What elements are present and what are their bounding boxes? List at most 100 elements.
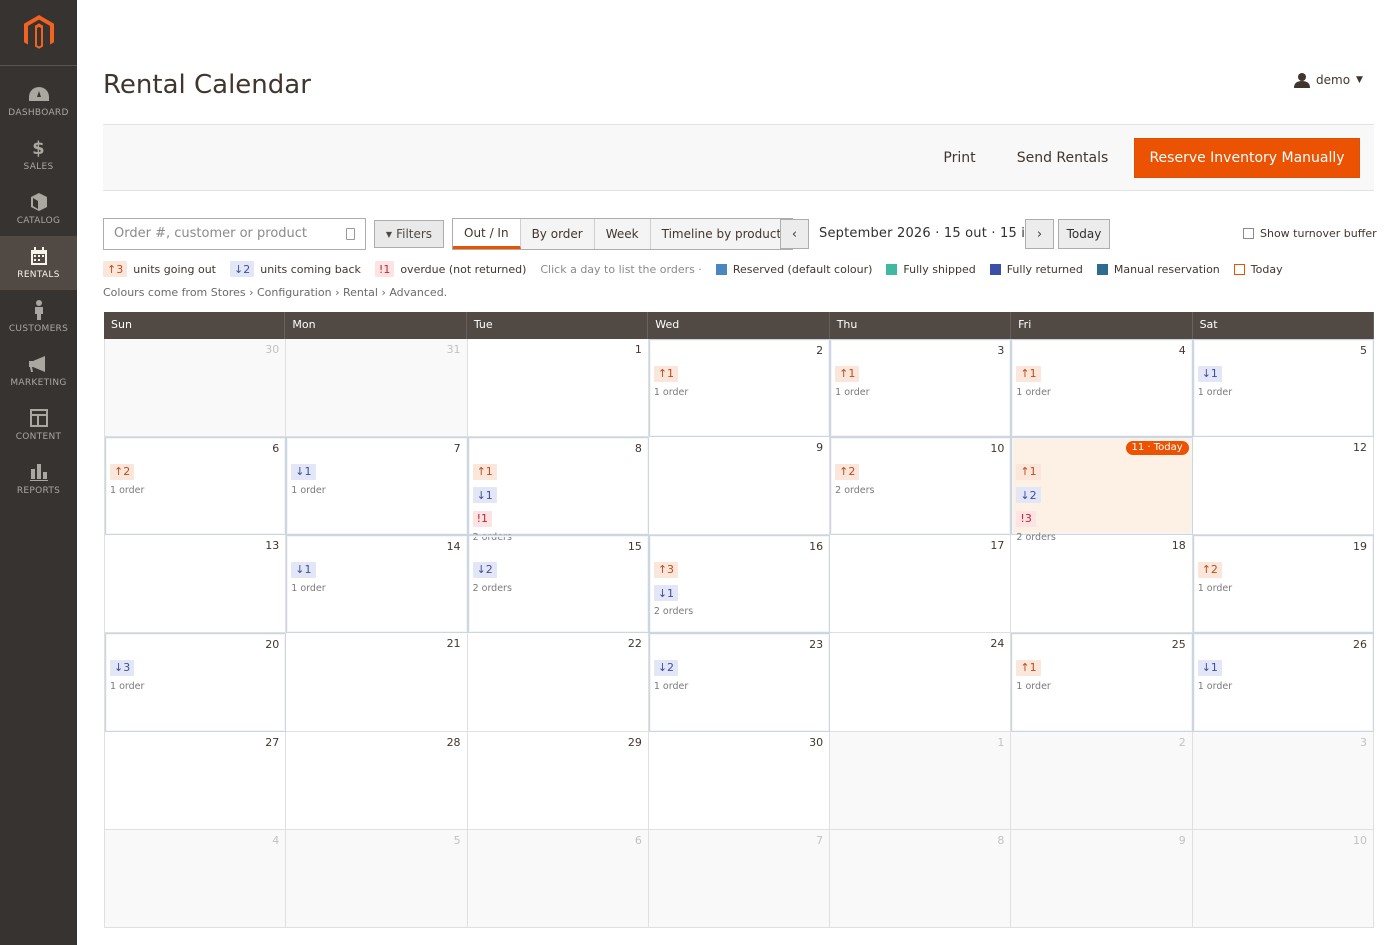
order-count: 1 order — [1197, 582, 1233, 594]
units-over-chip: !3 — [1016, 510, 1036, 527]
calendar-day[interactable]: 17 — [830, 535, 1012, 634]
calendar-day[interactable]: 8 ↑1 ↓1 !1 2 orders — [467, 437, 649, 543]
order-count: 1 order — [653, 680, 689, 692]
calendar-day[interactable]: 5 ↓1 1 order — [1192, 339, 1374, 438]
sidebar-item-catalog[interactable]: CATALOG — [0, 182, 77, 236]
sidebar-item-rentals[interactable]: RENTALS — [0, 236, 77, 290]
legend-in-chip: ↓2 — [230, 261, 255, 277]
sidebar-item-content[interactable]: CONTENT — [0, 398, 77, 452]
clear-icon[interactable] — [346, 228, 355, 240]
tab-out-in[interactable]: Out / In — [453, 219, 521, 249]
calendar-day[interactable]: 30 — [105, 339, 287, 438]
calendar-day[interactable]: 6 ↑2 1 order — [105, 437, 287, 536]
calendar-day[interactable]: 25 ↑1 1 order — [1011, 633, 1193, 732]
units-in-chip: ↓1 — [1197, 659, 1222, 676]
day-number: 26 — [1353, 638, 1367, 652]
turnover-toggle[interactable]: Show turnover buffer — [1243, 227, 1377, 240]
day-number: 4 — [1178, 344, 1186, 357]
sidebar-item-sales[interactable]: $ SALES — [0, 128, 77, 182]
calendar-day[interactable]: 9 — [1011, 829, 1193, 928]
day-number: 27 — [265, 735, 280, 749]
sidebar-item-label: MARKETING — [10, 378, 67, 388]
calendar-day[interactable]: 3 ↑1 1 order — [830, 339, 1012, 438]
calendar-day[interactable]: 26 ↓1 1 order — [1192, 633, 1374, 732]
calendar-day[interactable]: 8 — [830, 829, 1012, 928]
turnover-checkbox[interactable] — [1243, 228, 1254, 239]
calendar-day[interactable]: 10 — [1192, 829, 1374, 928]
units-out-chip: ↑2 — [1197, 561, 1222, 578]
filters-button[interactable]: ▼ Filters — [374, 220, 444, 248]
calendar-day[interactable]: 20 ↓3 1 order — [105, 633, 287, 732]
calendar-day[interactable]: 21 — [286, 633, 468, 732]
day-number: 7 — [453, 442, 461, 456]
sidebar-item-label: DASHBOARD — [8, 108, 69, 118]
today-button[interactable]: Today — [1058, 219, 1110, 249]
units-in-chip: ↓1 — [472, 487, 497, 504]
calendar-day[interactable]: 19 ↑2 1 order — [1192, 535, 1374, 634]
tab-timeline-by-product[interactable]: Timeline by product — [651, 219, 793, 249]
calendar-day[interactable]: 31 — [286, 339, 468, 438]
prev-month-button[interactable]: ‹ — [780, 219, 809, 249]
search-input[interactable]: Order #, customer or product — [103, 218, 366, 250]
calendar-day[interactable]: 7 ↓1 1 order — [286, 437, 468, 536]
sidebar-item-dashboard[interactable]: DASHBOARD — [0, 74, 77, 128]
calendar-day[interactable]: 22 — [467, 633, 649, 732]
sidebar-item-label: CATALOG — [16, 216, 61, 226]
chip-row: ↓1 — [291, 558, 325, 578]
units-out-chip: ↑1 — [653, 365, 679, 382]
weekday-header: Mon — [285, 312, 467, 339]
calendar-day[interactable]: 1 — [467, 339, 649, 438]
magento-logo[interactable] — [0, 0, 77, 66]
calendar-day[interactable]: 15 ↓2 2 orders — [467, 535, 649, 634]
calendar-day[interactable]: 11 · Today ↑1 ↓2 !3 2 orders — [1011, 437, 1193, 543]
calendar-day[interactable]: 1 — [830, 731, 1012, 830]
units-in-chip: ↓3 — [110, 659, 135, 676]
calendar-day[interactable]: 16 ↑3 ↓1 2 orders — [648, 535, 831, 634]
calendar-day[interactable]: 24 — [830, 633, 1012, 732]
day-number: 10 — [990, 442, 1005, 456]
calendar-day[interactable]: 7 — [648, 829, 831, 928]
send-rentals-button[interactable]: Send Rentals — [1009, 138, 1116, 178]
calendar-day[interactable]: 2 ↑1 1 order — [648, 339, 831, 438]
day-summary: ↑1 1 order — [1016, 362, 1051, 398]
calendar-day[interactable]: 5 — [286, 829, 468, 928]
day-number: 28 — [446, 735, 461, 749]
sidebar-item-reports[interactable]: REPORTS — [0, 452, 77, 506]
calendar-day[interactable]: 13 — [105, 535, 287, 634]
sidebar-item-marketing[interactable]: MARKETING — [0, 344, 77, 398]
next-month-button[interactable]: › — [1025, 219, 1054, 249]
tab-week[interactable]: Week — [595, 219, 651, 249]
legend-swatch — [886, 263, 898, 275]
sidebar-item-customers[interactable]: CUSTOMERS — [0, 290, 77, 344]
calendar-day[interactable]: 29 — [467, 731, 649, 830]
calendar-day[interactable]: 14 ↓1 1 order — [286, 535, 468, 634]
day-summary: ↑2 1 order — [110, 460, 144, 496]
order-count: 1 order — [653, 386, 689, 398]
calendar-day[interactable]: 10 ↑2 2 orders — [830, 437, 1012, 536]
chevron-down-icon: ▼ — [1356, 75, 1363, 85]
calendar-day[interactable]: 27 — [105, 731, 287, 830]
calendar-day[interactable]: 4 ↑1 1 order — [1011, 339, 1193, 438]
filters-label: Filters — [396, 227, 433, 241]
legend-color-label: Today — [1250, 262, 1283, 276]
calendar-day[interactable]: 4 — [105, 829, 287, 928]
calendar-day[interactable]: 30 — [648, 731, 831, 830]
calendar-day[interactable]: 6 — [467, 829, 649, 928]
chip-row: ↓1 — [1197, 656, 1232, 676]
order-count: 2 orders — [653, 606, 694, 618]
calendar-day[interactable]: 18 — [1011, 535, 1193, 634]
chip-row: ↑1 — [1016, 656, 1050, 676]
day-number: 20 — [265, 638, 280, 652]
calendar-day[interactable]: 28 — [286, 731, 468, 830]
user-menu[interactable]: demo ▼ — [1294, 72, 1363, 88]
reserve-inventory-button[interactable]: Reserve Inventory Manually — [1134, 138, 1360, 178]
calendar-day[interactable]: 12 — [1192, 437, 1374, 536]
print-button[interactable]: Print — [928, 138, 991, 178]
calendar-day[interactable]: 3 — [1192, 731, 1374, 830]
tab-by-order[interactable]: By order — [521, 219, 595, 249]
magento-logo-icon — [23, 14, 54, 49]
day-summary: ↑1 ↓1 !1 2 orders — [472, 460, 512, 543]
calendar-day[interactable]: 9 — [648, 437, 831, 536]
calendar-day[interactable]: 23 ↓2 1 order — [648, 633, 831, 732]
calendar-day[interactable]: 2 — [1011, 731, 1193, 830]
